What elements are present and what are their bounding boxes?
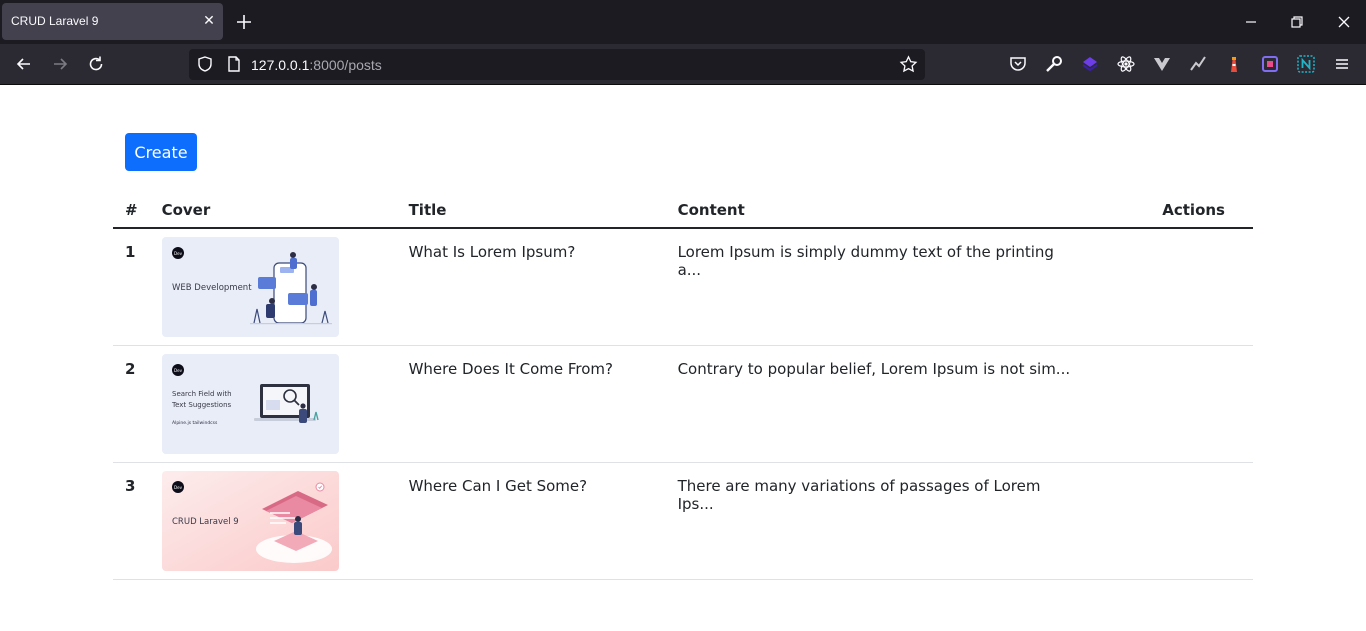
colorful-grid-extension-icon[interactable] [1260,54,1280,74]
posts-table: # Cover Title Content Actions 1 Dev WEB … [113,193,1253,580]
post-title: Where Can I Get Some? [396,462,666,580]
tab-active[interactable]: CRUD Laravel 9 ✕ [2,3,223,40]
cover-badge: Dev [174,368,183,373]
actions-cell [1085,345,1253,463]
tab-title: CRUD Laravel 9 [11,14,99,28]
cover-subheading: Text Suggestions [171,401,232,409]
table-header-row: # Cover Title Content Actions [113,193,1253,229]
restore-icon[interactable] [1287,12,1307,32]
layers-extension-icon[interactable] [1080,54,1100,74]
column-header-number: # [113,193,150,229]
create-button[interactable]: Create [125,133,197,171]
wrench-icon[interactable] [1044,54,1064,74]
column-header-actions: Actions [1085,193,1253,229]
row-number: 1 [113,228,150,346]
page-icon[interactable] [225,55,243,73]
row-number: 2 [113,345,150,463]
url-text[interactable]: 127.0.0.1:8000/posts [251,57,382,73]
post-title: What Is Lorem Ipsum? [396,228,666,346]
column-header-content: Content [665,193,1086,229]
actions-cell [1085,228,1253,346]
column-header-cover: Cover [149,193,397,229]
reload-icon[interactable] [86,54,106,74]
post-title: Where Does It Come From? [396,345,666,463]
close-tab-icon[interactable]: ✕ [199,11,219,31]
post-content: Contrary to popular belief, Lorem Ipsum … [665,345,1086,463]
cover-heading: CRUD Laravel 9 [172,517,239,527]
cover-badge: Dev [174,251,183,256]
url-bar[interactable]: 127.0.0.1:8000/posts [189,49,925,80]
row-number: 3 [113,462,150,580]
cover-cell: Dev CRUD Laravel 9 [149,462,397,580]
post-content: There are many variations of passages of… [665,462,1086,580]
menu-icon[interactable] [1332,54,1352,74]
page-content: Create # Cover Title Content Actions 1 D… [0,85,1366,631]
close-window-icon[interactable] [1334,12,1354,32]
cover-image: Dev Search Field with Text Suggestions A… [161,354,339,454]
cover-tags: Alpine.js tailwindcss [172,420,218,426]
minimize-icon[interactable] [1241,12,1261,32]
lighthouse-icon[interactable] [1224,54,1244,74]
pocket-icon[interactable] [1008,54,1028,74]
back-icon[interactable] [14,54,34,74]
react-devtools-icon[interactable] [1116,54,1136,74]
table-row: 3 Dev CRUD Laravel 9 Where Can I Get Som… [113,462,1253,580]
tab-bar: CRUD Laravel 9 ✕ [0,0,1366,44]
column-header-title: Title [396,193,666,229]
cover-badge: Dev [174,485,183,490]
table-row: 2 Dev Search Field with Text Suggestions… [113,345,1253,463]
cover-cell: Dev Search Field with Text Suggestions A… [149,345,397,463]
cover-image: Dev WEB Development [161,237,339,337]
cover-heading: WEB Development [172,283,252,293]
bookmark-star-icon[interactable] [899,55,918,74]
forward-icon[interactable] [50,54,70,74]
cover-heading: Search Field with [172,390,232,398]
shield-icon[interactable] [196,55,214,73]
nuxt-n-extension-icon[interactable] [1296,54,1316,74]
actions-cell [1085,462,1253,580]
vue-devtools-icon[interactable] [1152,54,1172,74]
new-tab-icon[interactable] [233,11,255,33]
table-row: 1 Dev WEB Development What Is Lorem Ipsu… [113,228,1253,346]
cover-cell: Dev WEB Development [149,228,397,346]
cover-image: Dev CRUD Laravel 9 [161,471,339,571]
navigation-bar: 127.0.0.1:8000/posts [0,44,1366,85]
bolt-extension-icon[interactable] [1188,54,1208,74]
post-content: Lorem Ipsum is simply dummy text of the … [665,228,1086,346]
